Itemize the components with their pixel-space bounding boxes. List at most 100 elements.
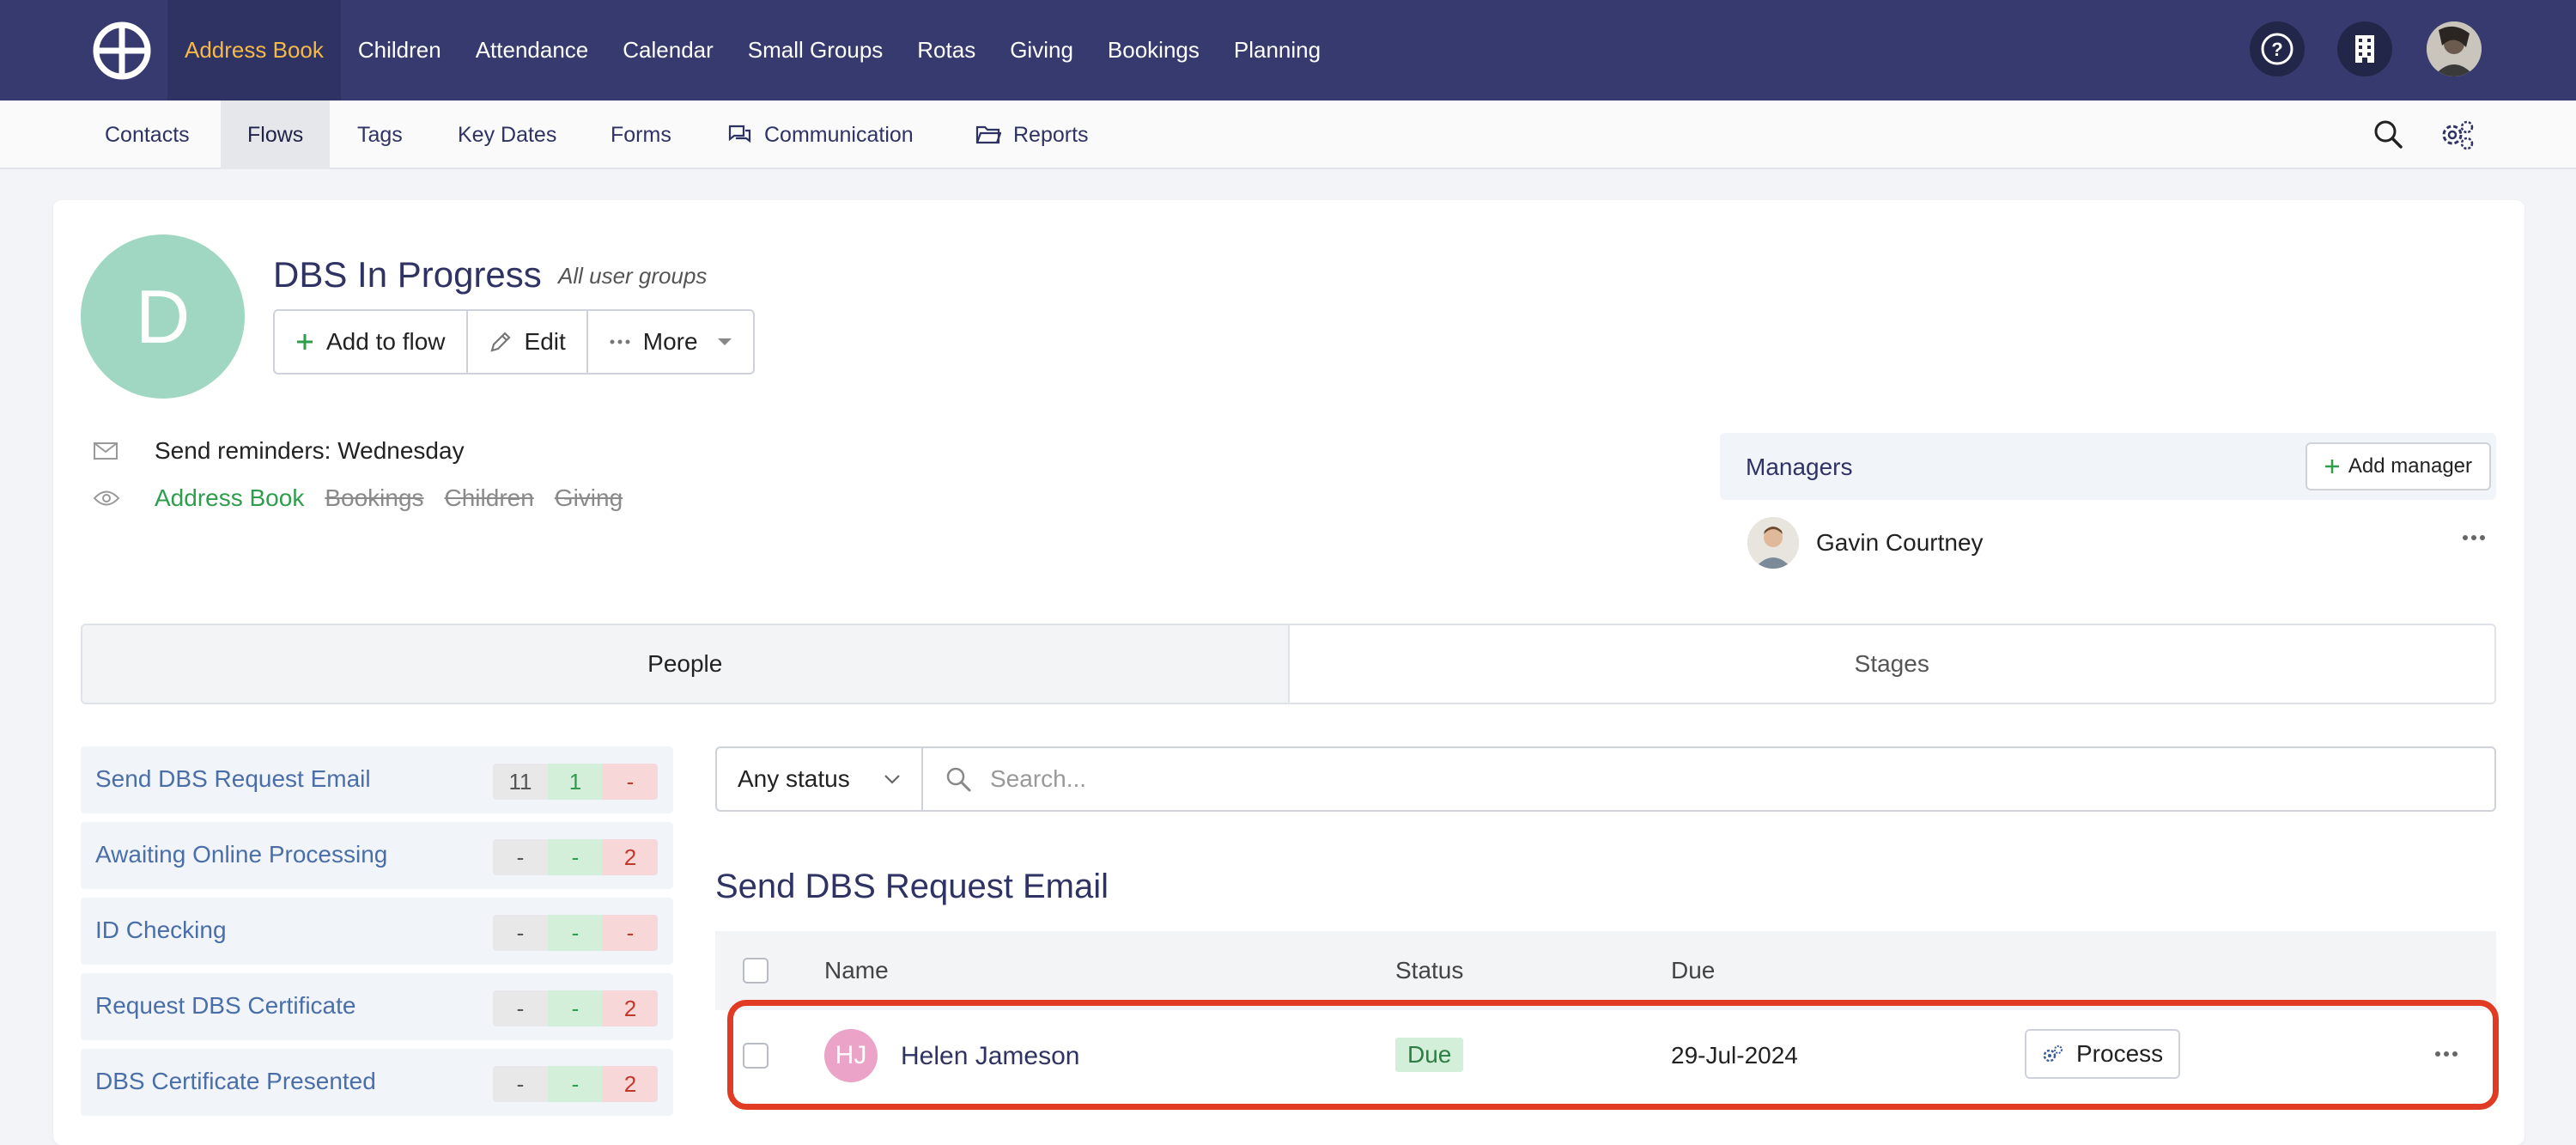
subnav-key-dates[interactable]: Key Dates (436, 100, 578, 169)
tab-stages[interactable]: Stages (1289, 625, 2494, 703)
count-overdue: 2 (603, 839, 658, 875)
top-navigation: Address Book Children Attendance Calenda… (0, 0, 2576, 100)
envelope-icon (94, 442, 118, 460)
count-total: - (493, 839, 548, 875)
search-box (923, 746, 2496, 812)
page-title: DBS In Progress (273, 254, 542, 295)
nav-giving[interactable]: Giving (993, 0, 1091, 100)
subnav-flows[interactable]: Flows (221, 100, 331, 169)
svg-text:?: ? (2271, 39, 2282, 60)
stage-item[interactable]: DBS Certificate Presented - - 2 (81, 1049, 673, 1116)
highlight-outline (727, 1000, 2499, 1110)
ellipsis-icon (610, 339, 630, 344)
stage-name: Awaiting Online Processing (95, 841, 388, 868)
tab-people[interactable]: People (82, 625, 1290, 703)
button-label: Add manager (2348, 454, 2472, 478)
column-status[interactable]: Status (1395, 957, 1463, 984)
subnav-label: Contacts (105, 122, 190, 147)
manager-row: Gavin Courtney (1747, 513, 2494, 573)
reminder-row: Send reminders: Wednesday (93, 437, 465, 465)
count-due: - (548, 1066, 603, 1102)
column-due[interactable]: Due (1671, 957, 1715, 984)
chevron-down-icon (884, 775, 900, 784)
sub-navigation: Contacts Flows Tags Key Dates Forms Comm… (0, 100, 2576, 169)
edit-button[interactable]: Edit (468, 311, 588, 373)
stage-item[interactable]: ID Checking - - - (81, 898, 673, 965)
view-tabs: People Stages (81, 624, 2496, 704)
count-total: - (493, 915, 548, 951)
pencil-icon (489, 332, 511, 352)
subnav-tags[interactable]: Tags (335, 100, 425, 169)
subnav-contacts[interactable]: Contacts (81, 100, 214, 169)
visibility-address-book: Address Book (155, 484, 305, 511)
reminder-text: Send reminders: Wednesday (155, 437, 465, 464)
search-icon (946, 767, 971, 792)
stage-name: Request DBS Certificate (95, 992, 356, 1019)
button-label: Edit (524, 328, 566, 355)
nav-address-book[interactable]: Address Book (167, 0, 341, 100)
caret-down-icon (717, 338, 732, 345)
count-due: - (548, 990, 603, 1026)
stage-counts: - - 2 (493, 990, 658, 1026)
nav-small-groups[interactable]: Small Groups (731, 0, 901, 100)
nav-planning[interactable]: Planning (1217, 0, 1338, 100)
status-select-value: Any status (738, 765, 850, 792)
subnav-reports[interactable]: Reports (953, 100, 1111, 169)
visibility-giving: Giving (554, 484, 623, 511)
flow-avatar: D (81, 234, 245, 399)
nav-rotas[interactable]: Rotas (900, 0, 993, 100)
stage-name: DBS Certificate Presented (95, 1068, 376, 1094)
subnav-forms[interactable]: Forms (588, 100, 694, 169)
nav-attendance[interactable]: Attendance (459, 0, 606, 100)
stage-counts: - - - (493, 915, 658, 951)
table-header: Name Status Due (715, 931, 2496, 1010)
building-icon[interactable] (2337, 21, 2392, 76)
plus-icon (2324, 460, 2339, 473)
count-overdue: 2 (603, 990, 658, 1026)
search-input[interactable] (990, 765, 2364, 793)
select-all-checkbox[interactable] (743, 958, 769, 984)
count-due: 1 (548, 764, 603, 800)
stage-item[interactable]: Send DBS Request Email 11 1 - (81, 746, 673, 813)
search-icon[interactable] (2372, 118, 2404, 155)
count-total: 11 (493, 764, 548, 800)
visibility-children: Children (444, 484, 534, 511)
folder-icon (975, 125, 1001, 144)
help-icon[interactable]: ? (2250, 21, 2305, 76)
user-avatar[interactable] (2427, 21, 2482, 76)
managers-panel: Managers Add manager (1720, 433, 2496, 500)
eye-icon (93, 490, 120, 506)
add-to-flow-button[interactable]: Add to flow (275, 311, 468, 373)
count-total: - (493, 990, 548, 1026)
count-due: - (548, 915, 603, 951)
stage-item[interactable]: Request DBS Certificate - - 2 (81, 973, 673, 1040)
stage-item[interactable]: Awaiting Online Processing - - 2 (81, 822, 673, 889)
subnav-label: Reports (1013, 122, 1089, 147)
managers-title: Managers (1746, 454, 1853, 480)
more-button[interactable]: More (588, 311, 753, 373)
settings-icon[interactable] (2439, 118, 2476, 156)
manager-menu-icon[interactable] (2462, 530, 2486, 545)
count-total: - (493, 1066, 548, 1102)
flow-action-buttons: Add to flow Edit More (273, 309, 755, 375)
nav-bookings[interactable]: Bookings (1091, 0, 1217, 100)
nav-children[interactable]: Children (341, 0, 459, 100)
stage-name: Send DBS Request Email (95, 765, 371, 792)
stage-counts: - - 2 (493, 1066, 658, 1102)
app-logo-icon[interactable] (93, 21, 151, 80)
flow-user-groups: All user groups (558, 263, 708, 289)
stage-list: Send DBS Request Email 11 1 - Awaiting O… (81, 746, 673, 1124)
count-due: - (548, 839, 603, 875)
subnav-label: Communication (764, 122, 914, 147)
stage-counts: - - 2 (493, 839, 658, 875)
subnav-communication[interactable]: Communication (704, 100, 936, 169)
status-select[interactable]: Any status (715, 746, 923, 812)
visibility-bookings: Bookings (325, 484, 424, 511)
add-manager-button[interactable]: Add manager (2305, 442, 2491, 490)
count-overdue: - (603, 764, 658, 800)
visibility-row: Address Book Bookings Children Giving (93, 484, 643, 512)
column-name[interactable]: Name (824, 957, 889, 984)
nav-calendar[interactable]: Calendar (605, 0, 731, 100)
filter-bar: Any status (715, 746, 2496, 812)
manager-name[interactable]: Gavin Courtney (1816, 529, 1984, 557)
